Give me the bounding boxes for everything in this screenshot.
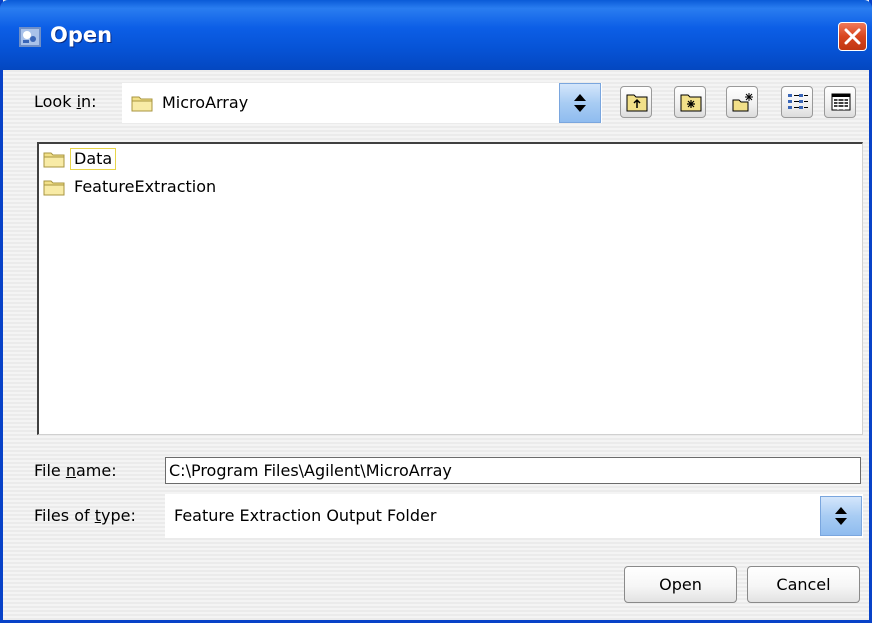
look-in-value: MicroArray: [162, 93, 249, 112]
look-in-dropdown-button[interactable]: [559, 83, 601, 123]
look-in-label: Look in:: [34, 92, 97, 111]
details-view-button[interactable]: [824, 86, 856, 118]
app-icon: [19, 27, 41, 47]
details-view-icon: [831, 93, 851, 111]
folder-icon: [43, 180, 65, 196]
up-down-arrow-icon: [574, 94, 586, 112]
home-button[interactable]: [674, 86, 706, 118]
new-folder-icon: [732, 93, 753, 112]
open-button[interactable]: Open: [624, 566, 737, 603]
file-list[interactable]: Data FeatureExtraction: [37, 142, 863, 435]
files-of-type-label: Files of type:: [34, 506, 136, 525]
files-of-type-value: Feature Extraction Output Folder: [174, 506, 437, 525]
new-folder-button[interactable]: [726, 86, 758, 118]
folder-up-icon: [626, 94, 648, 112]
file-item-label: FeatureExtraction: [74, 177, 217, 196]
close-icon: [844, 28, 861, 45]
dialog-title: Open: [50, 23, 113, 47]
home-folder-icon: [680, 94, 702, 112]
list-view-button[interactable]: [781, 86, 813, 118]
cancel-button[interactable]: Cancel: [747, 566, 860, 603]
list-view-icon: [788, 94, 808, 109]
files-of-type-dropdown-button[interactable]: [820, 496, 862, 536]
file-name-input[interactable]: C:\Program Files\Agilent\MicroArray: [165, 457, 861, 484]
up-one-level-button[interactable]: [620, 86, 652, 118]
files-of-type-combo[interactable]: Feature Extraction Output Folder: [165, 494, 863, 538]
folder-icon: [43, 152, 65, 168]
close-button[interactable]: [838, 22, 867, 51]
look-in-combo[interactable]: MicroArray: [122, 83, 602, 123]
open-dialog: Open Look in: MicroArray Data FeatureExt…: [0, 0, 872, 623]
title-bar[interactable]: Open: [0, 0, 872, 70]
up-down-arrow-icon: [835, 507, 847, 525]
folder-icon: [131, 96, 153, 112]
file-name-label: File name:: [34, 461, 117, 480]
file-item-label: Data: [70, 148, 117, 170]
